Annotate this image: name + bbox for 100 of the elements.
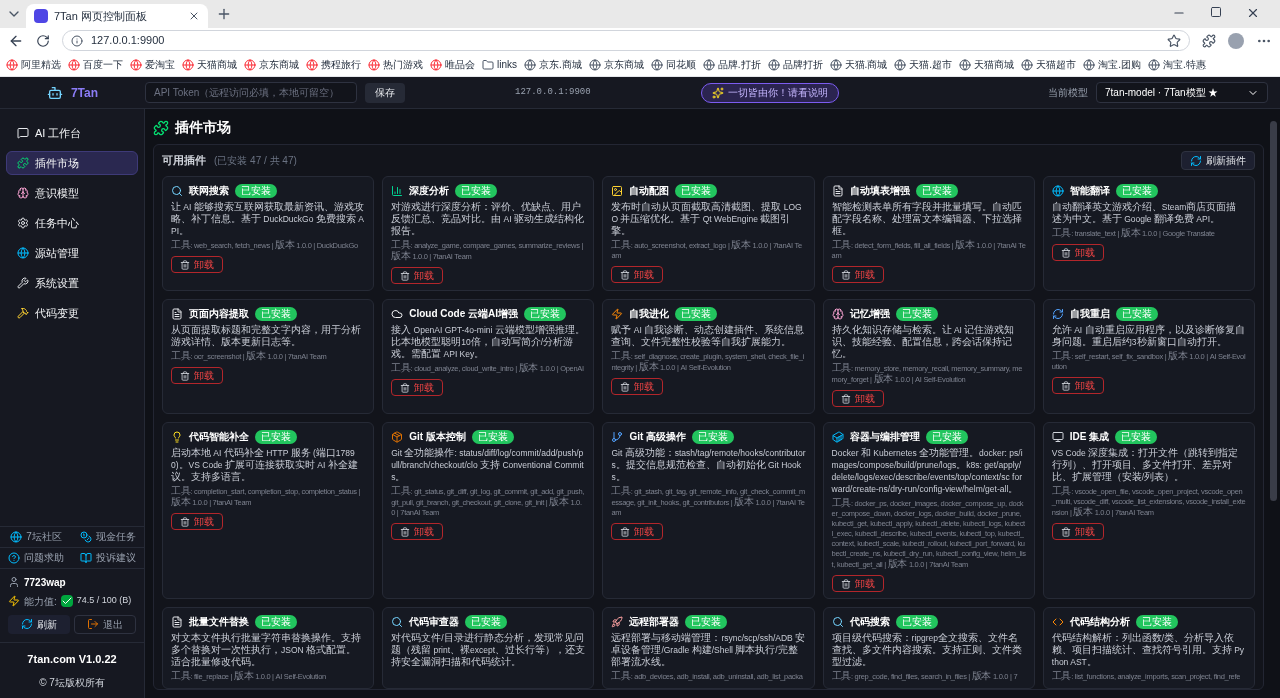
app-version: 7tan.com V1.0.22 bbox=[27, 651, 117, 667]
sidebar-item[interactable]: 插件市场 bbox=[6, 151, 138, 175]
plugin-description: 让 AI 能够搜索互联网获取最新资讯、游戏攻略、补丁信息。基于 DuckDuckGo 免费搜索 API。 bbox=[171, 201, 365, 237]
bookmark-item[interactable]: 天猫商城 bbox=[182, 57, 237, 72]
uninstall-button[interactable]: 卸载 bbox=[831, 390, 884, 407]
globe-icon bbox=[430, 58, 442, 71]
installed-badge: 已安装 bbox=[895, 306, 938, 321]
refresh-plugins-button[interactable]: 刷新插件 bbox=[1181, 151, 1255, 170]
logout-button[interactable]: 退出 bbox=[74, 614, 136, 634]
bookmark-item[interactable]: 京东商城 bbox=[244, 57, 299, 72]
plugin-name: 容器与编排管理 bbox=[849, 430, 920, 444]
restore-icon[interactable] bbox=[1210, 6, 1222, 18]
bookmark-item[interactable]: 品牌打折 bbox=[767, 57, 823, 72]
bookmark-item[interactable]: 阿里精选 bbox=[6, 57, 61, 72]
uninstall-button[interactable]: 卸载 bbox=[1051, 377, 1104, 394]
bookmark-item[interactable]: 京东.商城 bbox=[524, 57, 582, 72]
api-token-field[interactable]: API Token（远程访问必填，本地可留空） bbox=[145, 82, 357, 103]
uninstall-button[interactable]: 卸载 bbox=[171, 513, 223, 530]
bookmark-item[interactable]: 品牌.打折 bbox=[702, 57, 761, 72]
app-logo: 7Tan bbox=[70, 84, 99, 102]
bookmark-item[interactable]: 天猫.超市 bbox=[894, 57, 953, 72]
uninstall-button[interactable]: 卸载 bbox=[831, 266, 884, 283]
trash-icon bbox=[620, 526, 631, 537]
installed-badge: 已安装 bbox=[1135, 614, 1178, 629]
globe-icon bbox=[1051, 184, 1064, 197]
extensions-icon[interactable] bbox=[1202, 33, 1216, 48]
uninstall-button[interactable]: 卸载 bbox=[391, 267, 444, 284]
uninstall-button[interactable]: 卸载 bbox=[611, 378, 664, 395]
uninstall-button[interactable]: 卸载 bbox=[831, 575, 884, 592]
uninstall-button[interactable]: 卸载 bbox=[611, 523, 664, 540]
bookmark-item[interactable]: 天猫超市 bbox=[1021, 57, 1077, 72]
sidebar-item[interactable]: AI 工作台 bbox=[6, 121, 138, 145]
installed-badge: 已安装 bbox=[675, 306, 718, 321]
refresh-button[interactable]: 刷新 bbox=[8, 614, 70, 634]
sidebar-item[interactable]: 代码变更 bbox=[6, 301, 138, 325]
plugin-description: 发布时自动从页面截取高清截图、提取 LOGO 并压缩优化。基于 Qt WebEngine 截图引擎。 bbox=[611, 201, 803, 237]
trash-icon bbox=[620, 269, 631, 280]
plugin-name: Cloud Code 云端AI增强 bbox=[409, 307, 519, 321]
sidebar-item[interactable]: 系统设置 bbox=[6, 271, 138, 295]
globe-icon bbox=[650, 58, 663, 71]
uninstall-button[interactable]: 卸载 bbox=[611, 266, 664, 283]
bookmark-item[interactable]: 唯品会 bbox=[430, 57, 475, 72]
plugin-name: 记忆增强 bbox=[849, 307, 890, 321]
browser-tab[interactable]: 7Tan 网页控制面板 bbox=[26, 4, 208, 28]
bookmark-item[interactable]: links bbox=[482, 57, 517, 72]
new-tab-icon[interactable] bbox=[216, 6, 232, 22]
sidebar-item[interactable]: 源站管理 bbox=[6, 241, 138, 265]
bookmark-item[interactable]: 京东商城 bbox=[588, 57, 644, 72]
bookmark-item[interactable]: 淘宝.团购 bbox=[1083, 57, 1141, 72]
community-link[interactable]: 投诉建议 bbox=[72, 547, 144, 569]
bookmark-item[interactable]: 爱淘宝 bbox=[130, 57, 175, 72]
plugin-count: (已安装 47 / 共 47) bbox=[214, 154, 297, 168]
plugin-name: IDE 集成 bbox=[1069, 430, 1110, 444]
bookmark-item[interactable]: 热门游戏 bbox=[368, 57, 423, 72]
page-title: 插件市场 bbox=[175, 118, 231, 137]
close-tab-icon[interactable] bbox=[188, 10, 200, 22]
profile-avatar[interactable] bbox=[1228, 32, 1244, 49]
installed-badge: 已安装 bbox=[895, 614, 938, 629]
trash-icon bbox=[840, 393, 851, 404]
close-window-icon[interactable] bbox=[1246, 6, 1260, 20]
community-link[interactable]: 问题求助 bbox=[0, 547, 72, 569]
bookmark-item[interactable]: 天猫商城 bbox=[959, 57, 1015, 72]
uninstall-button[interactable]: 卸载 bbox=[391, 523, 444, 540]
trash-icon bbox=[1060, 526, 1071, 537]
scrollbar[interactable] bbox=[1270, 121, 1277, 501]
uninstall-button[interactable]: 卸载 bbox=[171, 367, 223, 384]
trash-icon bbox=[1060, 380, 1071, 391]
ability-label: 能力值: bbox=[24, 594, 57, 609]
bookmark-item[interactable]: 淘宝.特惠 bbox=[1147, 57, 1206, 72]
sidebar-item[interactable]: 任务中心 bbox=[6, 211, 138, 235]
bookmark-item[interactable]: 天猫.商城 bbox=[829, 57, 888, 72]
address-bar[interactable]: 127.0.0.1:9900 bbox=[62, 30, 1190, 51]
plugin-description: 持久化知识存储与检索。让 AI 记住游戏知识、技能经验、配置信息，跨会话保持记忆。 bbox=[831, 324, 1016, 360]
plugin-name: 页面内容提取 bbox=[189, 307, 249, 321]
section-title: 可用插件 bbox=[162, 153, 206, 169]
community-link[interactable]: 7坛社区 bbox=[0, 526, 72, 548]
ability-score: 74.5 / 100 (B) bbox=[76, 594, 132, 608]
uninstall-button[interactable]: 卸载 bbox=[391, 379, 444, 396]
installed-badge: 已安装 bbox=[915, 183, 958, 198]
model-select[interactable]: 7tan-model · 7Tan模型 ★ bbox=[1096, 82, 1268, 103]
installed-badge: 已安装 bbox=[692, 429, 735, 444]
bookmark-star-icon[interactable] bbox=[1167, 33, 1181, 48]
sidebar-item[interactable]: 意识模型 bbox=[6, 181, 138, 205]
bookmark-item[interactable]: 同花顺 bbox=[650, 57, 696, 72]
lightning-icon bbox=[611, 307, 624, 320]
installed-badge: 已安装 bbox=[255, 429, 297, 444]
save-button[interactable]: 保存 bbox=[365, 82, 405, 103]
plugin-name: 代码智能补全 bbox=[189, 430, 249, 444]
plugin-description: Git 全功能操作: status/diff/log/commit/add/push/pull/branch/checkout/clo 支持 Conventional Commits。 bbox=[391, 447, 585, 483]
plugin-name: 智能翻译 bbox=[1069, 184, 1110, 198]
bookmark-item[interactable]: 携程旅行 bbox=[306, 57, 361, 72]
community-link[interactable]: 现金任务 bbox=[72, 526, 144, 548]
gear-icon bbox=[17, 217, 29, 229]
uninstall-button[interactable]: 卸载 bbox=[171, 256, 223, 273]
guide-button[interactable]: 一切皆由你！请看说明 bbox=[700, 82, 839, 103]
bar-chart-icon bbox=[391, 184, 404, 197]
uninstall-button[interactable]: 卸载 bbox=[1051, 244, 1104, 261]
reload-icon[interactable] bbox=[36, 33, 50, 48]
bookmark-item[interactable]: 百度一下 bbox=[68, 57, 123, 72]
uninstall-button[interactable]: 卸载 bbox=[1051, 523, 1104, 540]
